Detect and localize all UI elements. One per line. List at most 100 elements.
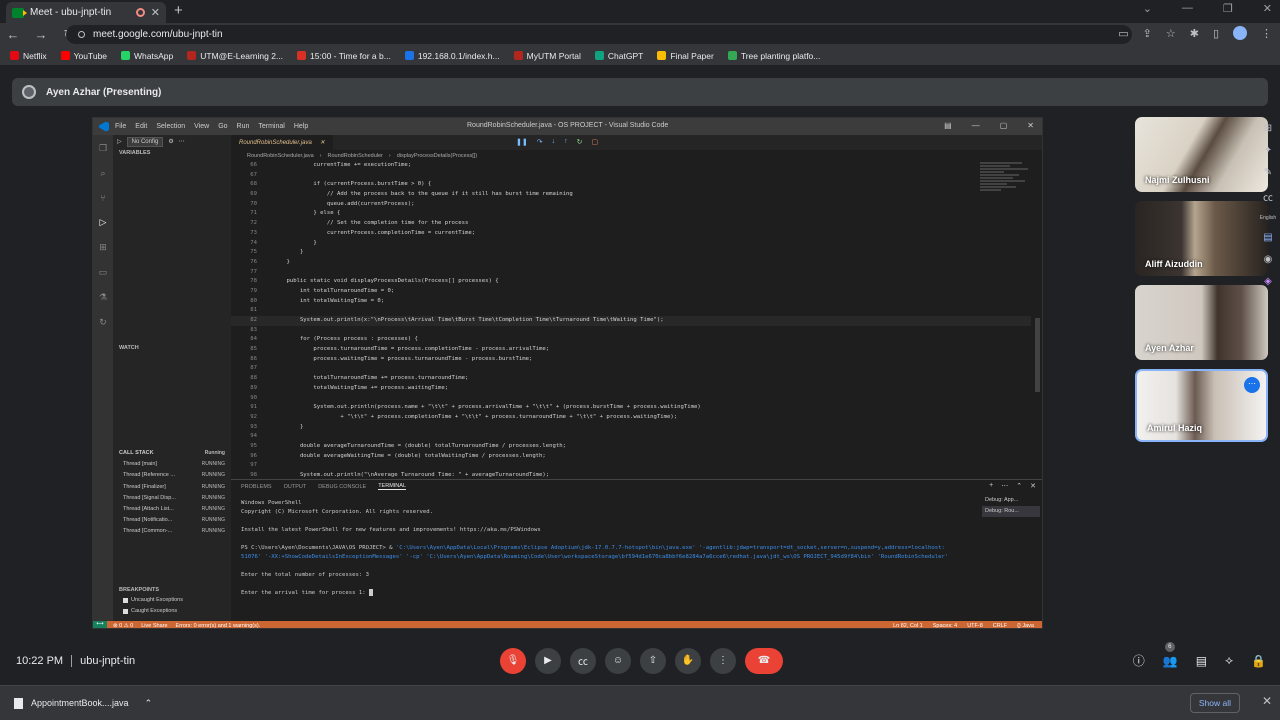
menu-selection[interactable]: Selection <box>156 123 185 130</box>
bookmark-chatgpt[interactable]: ChatGPT <box>594 51 643 61</box>
chat-icon[interactable]: ▤ <box>1196 654 1207 668</box>
bookmark-utm-elearning[interactable]: UTM@E-Learning 2... <box>187 51 283 61</box>
bookmark-youtube[interactable]: YouTube <box>60 51 107 61</box>
thread-row[interactable]: Thread [Reference ... RUNNING <box>113 470 231 481</box>
tab-terminal[interactable]: TERMINAL <box>378 483 406 490</box>
checkbox[interactable] <box>123 598 128 603</box>
maximize-icon[interactable]: ▢ <box>1000 121 1008 130</box>
captions-button[interactable]: ㏄ <box>570 647 596 674</box>
more-icon[interactable]: ⋯ <box>179 138 185 145</box>
code-line[interactable]: 74 } <box>231 239 1031 249</box>
participant-tile[interactable]: Aliff Aizuddin <box>1135 201 1268 276</box>
live-share-status[interactable]: Live Share <box>141 623 167 629</box>
more-options-button[interactable]: ⋮ <box>710 647 736 674</box>
callstack-header-row[interactable]: CALL STACK Running <box>113 448 231 459</box>
new-tab-button[interactable]: + <box>174 2 183 19</box>
step-out-icon[interactable]: ↑ <box>564 138 568 146</box>
layout-icon[interactable]: ▤ <box>944 121 952 130</box>
pause-icon[interactable]: ❚❚ <box>516 138 528 146</box>
tab-problems[interactable]: PROBLEMS <box>241 484 272 490</box>
bookmark-star-icon[interactable]: ☆ <box>1166 27 1176 40</box>
variables-header[interactable]: VARIABLES <box>113 148 231 158</box>
restart-icon[interactable]: ↻ <box>577 138 583 146</box>
code-line[interactable]: 72 // Set the completion time for the pr… <box>231 219 1031 229</box>
thread-row[interactable]: Thread [Finalizer] RUNNING <box>113 482 231 493</box>
bookmark-tree-planting[interactable]: Tree planting platfo... <box>727 51 820 61</box>
back-button[interactable]: ← <box>6 27 20 42</box>
stop-icon[interactable]: ▢ <box>591 138 598 146</box>
emoji-button[interactable]: ☺ <box>605 647 631 674</box>
close-panel-icon[interactable]: ✕ <box>1030 482 1036 490</box>
tab-debug-console[interactable]: DEBUG CONSOLE <box>318 484 366 490</box>
code-editor[interactable]: 66 currentTime += executionTime; 67 68 if … <box>231 161 1031 479</box>
menu-view[interactable]: View <box>194 123 209 130</box>
code-line[interactable]: 86 process.waitingTime = process.turnaro… <box>231 355 1031 365</box>
minimize-window-icon[interactable]: — <box>1182 2 1193 15</box>
bookmark-netflix[interactable]: Netflix <box>10 51 47 61</box>
address-bar[interactable]: meet.google.com/ubu-jnpt-tin <box>66 25 1132 44</box>
mic-off-button[interactable]: 🎙 <box>500 647 526 674</box>
meeting-info-icon[interactable]: ⓘ <box>1133 652 1145 669</box>
profile-avatar[interactable] <box>1233 26 1247 40</box>
problems-status[interactable]: ⊗ 0 ⚠ 0 <box>113 623 133 629</box>
source-control-icon[interactable]: ⑂ <box>100 193 105 203</box>
breadcrumb-file[interactable]: RoundRobinScheduler.java <box>247 153 314 159</box>
activities-icon[interactable]: ⟡ <box>1225 653 1233 668</box>
new-terminal-icon[interactable]: + <box>989 482 993 490</box>
language-mode[interactable]: {} Java <box>1017 623 1034 629</box>
code-line[interactable]: 71 } else { <box>231 209 1031 219</box>
step-over-icon[interactable]: ↷ <box>537 138 543 146</box>
code-line[interactable]: 98 System.out.println("\nAverage Turnaro… <box>231 471 1031 479</box>
restore-window-icon[interactable]: ❐ <box>1223 2 1233 15</box>
code-line[interactable]: 68 if (currentProcess.burstTime > 0) { <box>231 180 1031 190</box>
code-line[interactable]: 77 <box>231 268 1031 278</box>
remote-icon[interactable]: ⟷ <box>93 621 107 628</box>
breakpoint-uncaught[interactable]: Uncaught Exceptions <box>113 595 231 606</box>
settings-gear-icon[interactable]: ⚙ <box>168 138 173 145</box>
minimap[interactable] <box>980 161 1040 241</box>
breadcrumb-method[interactable]: displayProcessDetails(Process[]) <box>397 153 477 159</box>
errors-status[interactable]: Errors: 0 error(s) and 1 warning(s). <box>176 623 261 629</box>
tab-output[interactable]: OUTPUT <box>284 484 307 490</box>
menu-run[interactable]: Run <box>237 123 250 130</box>
terminal-item[interactable]: Debug: App... <box>982 495 1040 506</box>
bookmark-final-paper[interactable]: Final Paper <box>657 51 714 61</box>
menu-go[interactable]: Go <box>218 123 227 130</box>
code-line[interactable]: 91 System.out.println(process.name + "\t… <box>231 403 1031 413</box>
code-line[interactable]: 97 <box>231 461 1031 471</box>
bookmark-whatsapp[interactable]: WhatsApp <box>121 51 173 61</box>
editor-scrollbar[interactable] <box>1035 318 1040 392</box>
captions-icon[interactable]: ㏄ <box>1263 189 1273 204</box>
browser-menu-icon[interactable]: ⋮ <box>1261 27 1272 40</box>
breadcrumb-class[interactable]: RoundRobinScheduler <box>328 153 383 159</box>
participant-tile[interactable]: Najmi Zulhusni <box>1135 117 1268 192</box>
share-icon[interactable]: ⇪ <box>1143 27 1152 40</box>
code-line[interactable]: 85 process.turnaroundTime = process.comp… <box>231 345 1031 355</box>
code-line[interactable]: 78 public static void displayProcessDeta… <box>231 277 1031 287</box>
extensions-icon[interactable]: ⊞ <box>99 242 107 253</box>
code-line[interactable]: 66 currentTime += executionTime; <box>231 161 1031 171</box>
raise-hand-button[interactable]: ✋ <box>675 647 701 674</box>
code-line[interactable]: 69 // Add the process back to the queue … <box>231 190 1031 200</box>
terminal-output[interactable]: Windows PowerShell Copyright (C) Microso… <box>241 499 976 598</box>
breakpoint-caught[interactable]: Caught Exceptions <box>113 606 231 617</box>
run-debug-icon[interactable]: ▷ <box>100 217 107 228</box>
thread-row[interactable]: Thread [Notificatio... RUNNING <box>113 515 231 526</box>
tile-options-icon[interactable]: ⋯ <box>1244 377 1260 393</box>
editor-tab-roundrobin[interactable]: RoundRobinScheduler.java ✕ <box>231 135 333 150</box>
watch-header[interactable]: WATCH <box>113 343 231 353</box>
menu-help[interactable]: Help <box>294 123 308 130</box>
step-into-icon[interactable]: ↓ <box>552 138 556 146</box>
camera-button[interactable]: ▶ <box>535 647 561 674</box>
checkbox[interactable] <box>123 609 128 614</box>
code-line[interactable]: 73 currentProcess.completionTime = curre… <box>231 229 1031 239</box>
apps-grid-icon[interactable]: ⊞ <box>1264 123 1272 134</box>
code-line[interactable]: 87 <box>231 364 1031 374</box>
remote-explorer-icon[interactable]: ▭ <box>99 267 108 278</box>
code-line[interactable]: 70 queue.add(currentProcess); <box>231 200 1031 210</box>
maximize-panel-icon[interactable]: ⌃ <box>1016 482 1022 490</box>
side-panel-icon[interactable]: ▯ <box>1213 27 1219 40</box>
code-line[interactable]: 79 int totalTurnaroundTime = 0; <box>231 287 1031 297</box>
present-button[interactable]: ⇧ <box>640 647 666 674</box>
line-ending[interactable]: CRLF <box>993 623 1007 629</box>
